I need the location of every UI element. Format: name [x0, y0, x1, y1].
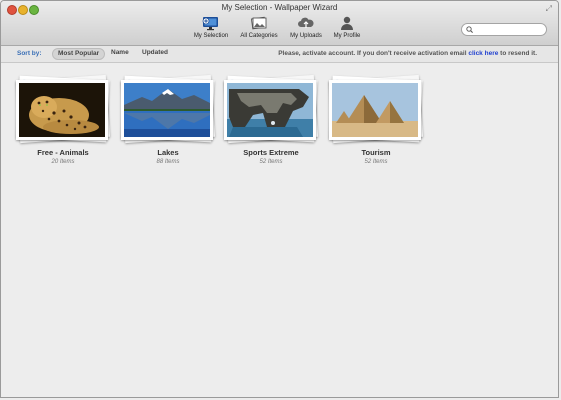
category-count: 88 Items	[156, 159, 180, 165]
category-card[interactable]: Lakes 88 Items	[119, 74, 217, 165]
search-box[interactable]	[461, 23, 547, 36]
category-thumbnail[interactable]	[224, 80, 316, 140]
category-count: 20 Items	[51, 159, 75, 165]
category-thumbnail[interactable]	[16, 80, 108, 140]
photo-stack[interactable]	[327, 74, 425, 146]
category-thumbnail[interactable]	[121, 80, 213, 140]
category-title[interactable]: Sports Extreme	[222, 148, 320, 157]
notice-text: Please, activate account. If you don't r…	[278, 50, 467, 57]
sort-updated[interactable]: Updated	[137, 48, 173, 58]
sort-bar: Sort by: Most Popular Name Updated Pleas…	[1, 46, 558, 63]
toolbar-label: My Profile	[333, 33, 361, 39]
photos-stack-icon	[250, 16, 267, 30]
toolbar-my-profile[interactable]: My Profile	[319, 15, 375, 39]
sort-name[interactable]: Name	[106, 48, 134, 58]
category-thumbnail[interactable]	[329, 80, 421, 140]
activation-notice: Please, activate account. If you don't r…	[278, 50, 537, 57]
category-card[interactable]: Sports Extreme 52 Items	[222, 74, 320, 165]
photo-stack[interactable]	[119, 74, 217, 146]
category-title[interactable]: Free - Animals	[14, 148, 112, 157]
search-input[interactable]	[475, 24, 541, 35]
cloud-upload-icon	[298, 17, 314, 28]
category-card[interactable]: Tourism 52 Items	[327, 74, 425, 165]
resend-activation-link[interactable]: click here	[468, 50, 498, 57]
app-window: My Selection - Wallpaper Wizard ⤢ My Sel…	[0, 0, 559, 398]
mountain-lake-image	[124, 83, 210, 137]
fullscreen-icon[interactable]: ⤢	[546, 4, 552, 14]
window-title: My Selection - Wallpaper Wizard	[221, 3, 338, 12]
category-title[interactable]: Tourism	[327, 148, 425, 157]
photo-stack[interactable]	[14, 74, 112, 146]
title-bar: My Selection - Wallpaper Wizard ⤢ My Sel…	[1, 1, 558, 46]
category-card[interactable]: Free - Animals 20 Items	[14, 74, 112, 165]
category-title[interactable]: Lakes	[119, 148, 217, 157]
notice-suffix: to resend it.	[500, 50, 537, 57]
monitor-plus-icon	[202, 17, 218, 31]
category-count: 52 Items	[259, 159, 283, 165]
cliff-sea-image	[227, 83, 313, 137]
person-icon	[341, 16, 353, 30]
leopard-image	[19, 83, 105, 137]
search-icon	[466, 26, 473, 33]
pyramids-image	[332, 83, 418, 137]
category-count: 52 Items	[364, 159, 388, 165]
sort-most-popular[interactable]: Most Popular	[52, 48, 106, 60]
photo-stack[interactable]	[222, 74, 320, 146]
sort-label: Sort by:	[17, 50, 42, 57]
